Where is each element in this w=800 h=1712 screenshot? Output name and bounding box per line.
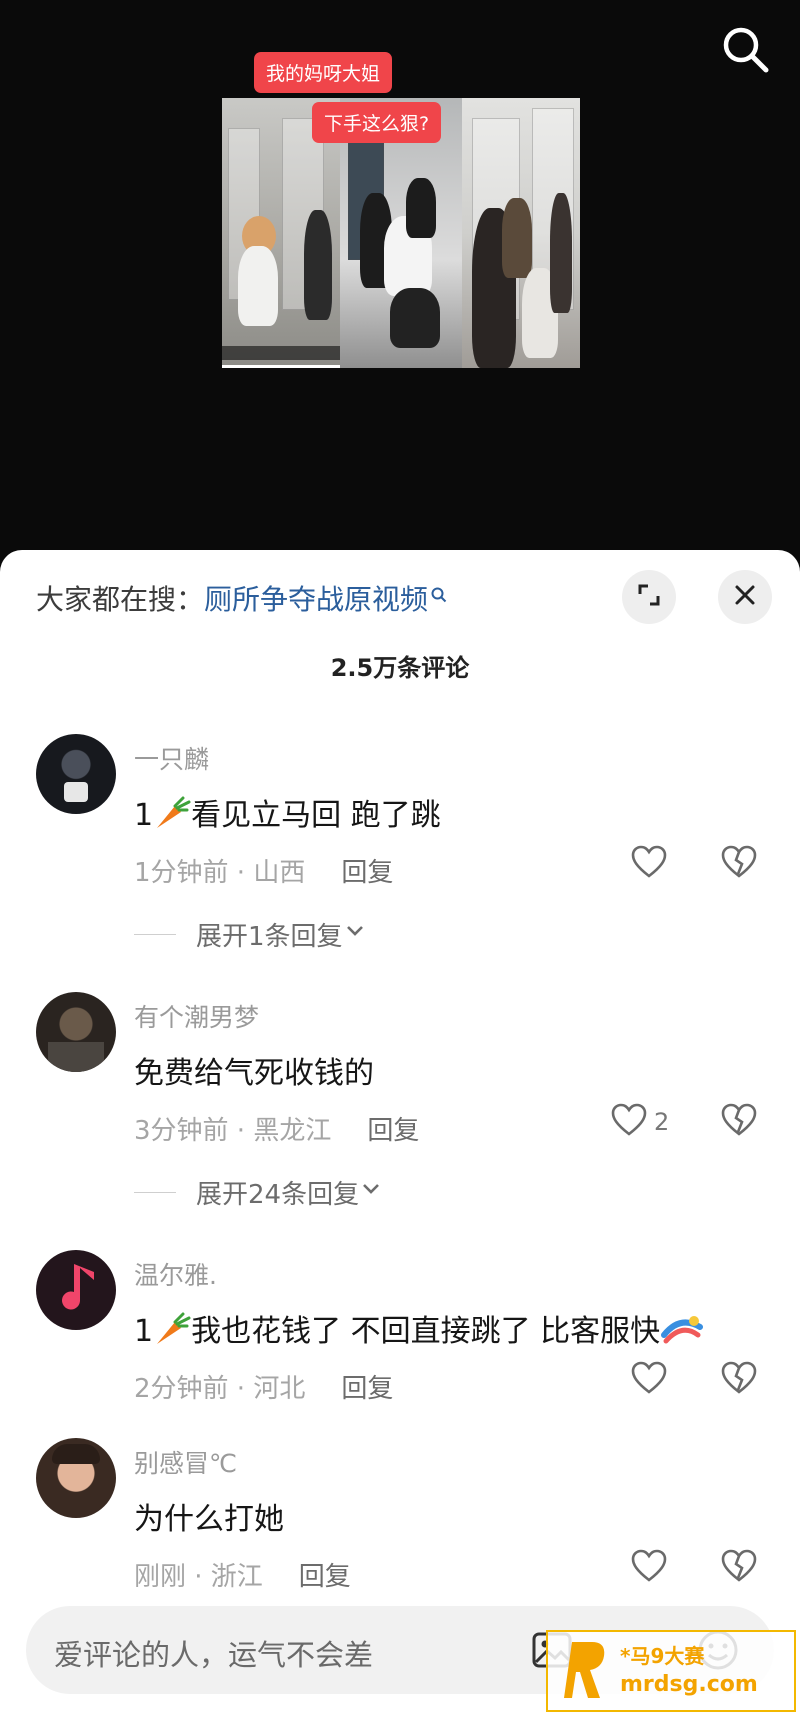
comment-username[interactable]: 一只麟 xyxy=(134,740,209,776)
chevron-down-icon xyxy=(359,1177,383,1208)
reply-button[interactable]: 回复 xyxy=(367,1116,419,1146)
like-button[interactable] xyxy=(630,844,674,884)
avatar[interactable] xyxy=(36,1438,116,1518)
expand-replies-button[interactable]: 展开24条回复 xyxy=(134,1174,383,1211)
comment-sheet: 大家都在搜：厕所争夺战原视频 2.5万条评论 一只麟 1 看见立马回 跑了跳 1分… xyxy=(0,550,800,1712)
watermark-logo: *马9大赛 mrdsg.com xyxy=(546,1630,796,1712)
search-icon[interactable] xyxy=(720,24,772,76)
avatar[interactable] xyxy=(36,734,116,814)
avatar[interactable] xyxy=(36,992,116,1072)
like-button[interactable] xyxy=(630,1548,674,1588)
running-emoji-icon xyxy=(660,1313,704,1345)
comment-meta: 刚刚 · 浙江 回复 xyxy=(134,1556,351,1593)
reply-button[interactable]: 回复 xyxy=(341,858,393,888)
comment-text: 1 我也花钱了 不回直接跳了 比客服快 xyxy=(134,1306,704,1350)
comment-meta: 1分钟前 · 山西 回复 xyxy=(134,852,393,889)
comment-time-location: 3分钟前 · 黑龙江 xyxy=(134,1116,332,1146)
heart-icon xyxy=(630,844,668,884)
dislike-button[interactable] xyxy=(720,1102,760,1142)
comment-time-location: 2分钟前 · 河北 xyxy=(134,1374,306,1404)
comment-username[interactable]: 有个潮男梦 xyxy=(134,998,259,1034)
hot-search-link[interactable]: 厕所争夺战原视频 xyxy=(204,583,428,616)
reply-button[interactable]: 回复 xyxy=(341,1374,393,1404)
comment-time-location: 刚刚 · 浙江 xyxy=(134,1562,263,1592)
heart-icon xyxy=(610,1102,648,1142)
magnifier-small-icon xyxy=(430,578,448,603)
comment-time-location: 1分钟前 · 山西 xyxy=(134,858,306,888)
comment-text: 免费给气死收钱的 xyxy=(134,1056,374,1091)
watermark-line1: *马9大赛 xyxy=(620,1644,705,1668)
chevron-down-icon xyxy=(343,919,367,950)
expand-replies-button[interactable]: 展开1条回复 xyxy=(134,916,367,953)
broken-heart-icon xyxy=(720,1361,758,1400)
comment-input-placeholder: 爱评论的人，运气不会差 xyxy=(54,1638,374,1672)
heart-icon xyxy=(630,1360,668,1400)
avatar[interactable] xyxy=(36,1250,116,1330)
close-button[interactable] xyxy=(718,570,772,624)
dislike-button[interactable] xyxy=(720,844,760,884)
comment-meta: 2分钟前 · 河北 回复 xyxy=(134,1368,393,1405)
comment-text: 为什么打她 xyxy=(134,1502,284,1537)
broken-heart-icon xyxy=(720,845,758,884)
comment-text: 1 看见立马回 跑了跳 xyxy=(134,796,441,833)
expand-icon xyxy=(636,582,662,612)
comment-username[interactable]: 别感冒℃ xyxy=(134,1444,237,1480)
divider xyxy=(134,1192,176,1193)
broken-heart-icon xyxy=(720,1549,758,1588)
video-player[interactable]: 我的妈呀大姐 下手这么狠? xyxy=(0,0,800,560)
carrot-emoji-icon xyxy=(153,796,191,830)
video-caption-top: 我的妈呀大姐 xyxy=(254,52,393,93)
watermark-r-icon xyxy=(564,1642,605,1698)
carrot-emoji-icon xyxy=(153,1312,191,1346)
close-icon xyxy=(734,584,756,610)
comment-meta: 3分钟前 · 黑龙江 回复 xyxy=(134,1110,419,1147)
music-note-icon xyxy=(62,1264,94,1310)
like-button[interactable]: 2 xyxy=(610,1102,669,1142)
heart-icon xyxy=(630,1548,668,1588)
comment-username[interactable]: 温尔雅. xyxy=(134,1256,217,1292)
comment-count: 2.5万条评论 xyxy=(330,654,470,682)
expand-button[interactable] xyxy=(622,570,676,624)
video-caption-bottom: 下手这么狠? xyxy=(312,102,442,143)
hot-search[interactable]: 大家都在搜：厕所争夺战原视频 xyxy=(36,578,448,618)
watermark-line2: mrdsg.com xyxy=(620,1672,758,1697)
like-button[interactable] xyxy=(630,1360,674,1400)
expand-replies-label: 展开24条回复 xyxy=(196,1180,360,1210)
video-panel-3 xyxy=(462,98,580,368)
expand-replies-label: 展开1条回复 xyxy=(196,922,343,952)
dislike-button[interactable] xyxy=(720,1548,760,1588)
reply-button[interactable]: 回复 xyxy=(299,1562,351,1592)
hot-search-label: 大家都在搜： xyxy=(36,583,205,616)
like-count: 2 xyxy=(654,1108,670,1136)
divider xyxy=(134,934,176,935)
dislike-button[interactable] xyxy=(720,1360,760,1400)
broken-heart-icon xyxy=(720,1103,758,1142)
